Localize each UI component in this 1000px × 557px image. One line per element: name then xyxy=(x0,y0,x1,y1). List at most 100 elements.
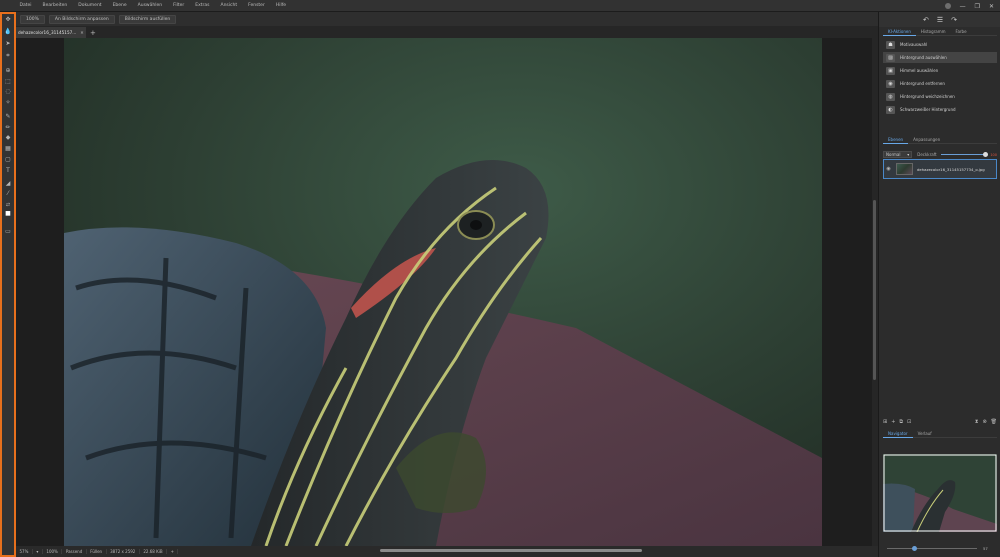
close-tab-icon[interactable]: ✕ xyxy=(80,30,84,35)
layer-row[interactable]: ◉ dehazecolor16_31145157734_o.jpg xyxy=(883,159,997,179)
pencil-icon[interactable]: ✏ xyxy=(4,124,12,132)
person-icon: ☗ xyxy=(886,40,895,49)
options-bar: 100% An Bildschirm anpassen Bildschirm a… xyxy=(16,12,878,26)
minimize-icon[interactable]: — xyxy=(960,3,966,10)
gradient-icon[interactable]: ▦ xyxy=(4,145,12,153)
navigator-thumbnail xyxy=(883,454,997,533)
shape-icon[interactable]: ▢ xyxy=(4,156,12,164)
blend-mode-select[interactable]: Normal ▾ xyxy=(883,151,913,158)
menu-tools[interactable]: Extras xyxy=(190,3,215,8)
menu-help[interactable]: Hilfe xyxy=(270,3,291,8)
ai-action-label: Himmel auswählen xyxy=(900,68,939,73)
eyedropper-icon[interactable]: ⁄ xyxy=(4,190,12,198)
restore-icon[interactable]: ❐ xyxy=(975,3,980,10)
layer-thumbnail xyxy=(896,163,913,175)
canvas-area[interactable] xyxy=(16,38,878,547)
menu-edit[interactable]: Bearbeiten xyxy=(37,3,73,8)
color-swatch-icon[interactable]: ■ xyxy=(4,210,12,218)
magic-wand-icon[interactable]: ✧ xyxy=(4,99,12,107)
ai-action-label: Hintergrund entfernen xyxy=(900,81,945,86)
ai-action-subject-select[interactable]: ☗ Motivauswahl xyxy=(883,39,997,50)
navigator-preview[interactable] xyxy=(883,454,997,533)
zoom-value-field[interactable]: 100% xyxy=(20,14,45,24)
window-controls: — ❐ ✕ xyxy=(944,0,994,12)
document-tab-bar: dehazecolor16_31145157... ✕ + xyxy=(16,26,878,38)
tab-ai-actions[interactable]: KI-Aktionen xyxy=(883,28,916,36)
undo-icon[interactable]: ↶ xyxy=(923,16,929,24)
layer-name: dehazecolor16_31145157734_o.jpg xyxy=(917,166,985,172)
pointer-icon[interactable]: ➤ xyxy=(4,40,12,48)
fill-screen-button[interactable]: Bildschirm ausfüllen xyxy=(118,14,177,24)
navigator-zoom-knob[interactable] xyxy=(912,545,918,551)
new-group-icon[interactable]: ⊞ xyxy=(883,419,887,425)
ai-action-bw-background[interactable]: ◐ Schwarzweißer Hintergrund xyxy=(883,104,997,115)
menu-file[interactable]: Datei xyxy=(14,3,37,8)
duplicate-layer-icon[interactable]: ⧉ xyxy=(899,419,903,425)
document-tab[interactable]: dehazecolor16_31145157... ✕ xyxy=(16,27,86,38)
layer-panel-tabs: Ebenen Anpassungen xyxy=(883,136,997,144)
menu-filter[interactable]: Filter xyxy=(168,3,190,8)
tab-adjustments[interactable]: Anpassungen xyxy=(908,136,945,144)
new-tab-icon[interactable]: + xyxy=(90,27,96,38)
status-zoom[interactable]: 57% xyxy=(16,549,33,554)
text-icon[interactable]: T xyxy=(4,167,12,175)
horizontal-scrollbar-thumb[interactable] xyxy=(380,549,642,552)
navigator-zoom-slider[interactable] xyxy=(887,545,977,551)
tab-layers[interactable]: Ebenen xyxy=(883,136,909,144)
status-fill[interactable]: Füllen xyxy=(87,549,107,554)
eye-icon[interactable]: ◉ xyxy=(884,166,893,172)
background-select-icon: ▨ xyxy=(886,53,895,62)
status-add-icon[interactable]: + xyxy=(167,549,179,554)
eraser-icon[interactable]: ◢ xyxy=(4,180,12,188)
document-tab-title: dehazecolor16_31145157... xyxy=(18,30,77,35)
blur-background-icon: ◍ xyxy=(886,92,895,101)
tab-navigator[interactable]: Navigator xyxy=(883,430,913,438)
panel-menu-icon[interactable]: ☰ xyxy=(937,16,943,24)
menu-view[interactable]: Ansicht xyxy=(215,3,243,8)
menu-select[interactable]: Auswählen xyxy=(132,3,167,8)
status-zoom-100[interactable]: 100% xyxy=(43,549,63,554)
layer-mask-icon[interactable]: ⊡ xyxy=(907,419,911,425)
swap-colors-icon[interactable]: ⇄ xyxy=(4,201,12,209)
status-fit[interactable]: Passend xyxy=(62,549,87,554)
opacity-value[interactable]: 100 xyxy=(990,153,997,157)
lasso-icon[interactable]: ◌ xyxy=(4,88,12,96)
opacity-slider-knob[interactable] xyxy=(983,152,989,157)
add-layer-icon[interactable]: + xyxy=(891,419,895,425)
merge-layers-icon[interactable]: ⧗ xyxy=(975,419,979,425)
sky-icon: ▣ xyxy=(886,66,895,75)
brush-icon[interactable]: ✎ xyxy=(4,113,12,121)
opacity-slider[interactable] xyxy=(940,152,989,157)
panel-header: ↶ ☰ ↷ xyxy=(879,12,1000,27)
stamp-icon[interactable]: ◆ xyxy=(4,134,12,142)
top-panel-tabs: KI-Aktionen Histogramm Farbe xyxy=(883,28,997,36)
layer-style-icon[interactable]: ⊗ xyxy=(982,419,986,425)
delete-layer-icon[interactable]: 🗑 xyxy=(991,419,997,425)
rectangle-select-icon[interactable]: ⬚ xyxy=(4,78,12,86)
navigator-zoom-value[interactable]: 57 xyxy=(983,546,988,551)
menu-document[interactable]: Dokument xyxy=(73,3,107,8)
ai-action-select-background[interactable]: ▨ Hintergrund auswählen xyxy=(883,52,997,63)
vertical-scrollbar-thumb[interactable] xyxy=(873,200,876,380)
move-icon[interactable]: ✥ xyxy=(4,16,12,24)
crop-icon[interactable]: ⌗ xyxy=(4,52,12,60)
menu-window[interactable]: Fenster xyxy=(243,3,271,8)
menu-layer[interactable]: Ebene xyxy=(107,3,132,8)
mask-mode-icon[interactable]: ▭ xyxy=(4,228,12,236)
close-window-icon[interactable]: ✕ xyxy=(989,3,994,10)
blend-mode-value: Normal xyxy=(886,152,901,157)
tab-color[interactable]: Farbe xyxy=(951,28,972,36)
ai-action-remove-background[interactable]: ◉ Hintergrund entfernen xyxy=(883,78,997,89)
droplet-icon[interactable]: 💧 xyxy=(4,28,12,36)
ai-action-blur-background[interactable]: ◍ Hintergrund weichzeichnen xyxy=(883,91,997,102)
status-zoom-dropdown-icon[interactable]: ▾ xyxy=(33,549,43,554)
user-avatar-icon[interactable] xyxy=(944,3,951,9)
bw-background-icon: ◐ xyxy=(886,105,895,114)
tab-histogram[interactable]: Histogramm xyxy=(916,28,951,36)
ai-action-select-sky[interactable]: ▣ Himmel auswählen xyxy=(883,65,997,76)
fit-to-screen-button[interactable]: An Bildschirm anpassen xyxy=(48,14,115,24)
redo-icon[interactable]: ↷ xyxy=(951,16,957,24)
remove-background-icon: ◉ xyxy=(886,79,895,88)
zoom-icon[interactable]: ⊕ xyxy=(4,67,12,75)
tab-history[interactable]: Verlauf xyxy=(913,430,937,438)
